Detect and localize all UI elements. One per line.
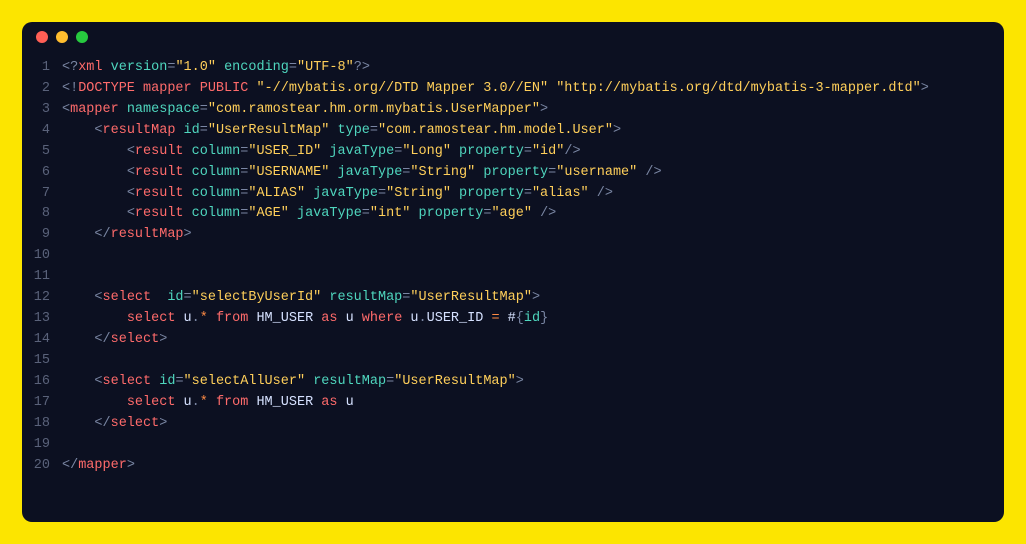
code-line[interactable]: 4 <resultMap id="UserResultMap" type="co…: [22, 121, 1004, 142]
line-number: 2: [22, 79, 62, 100]
line-number: 19: [22, 435, 62, 456]
code-content[interactable]: <!DOCTYPE mapper PUBLIC "-//mybatis.org/…: [62, 79, 1004, 100]
code-content[interactable]: <result column="AGE" javaType="int" prop…: [62, 204, 1004, 225]
code-line[interactable]: 7 <result column="ALIAS" javaType="Strin…: [22, 184, 1004, 205]
line-number: 20: [22, 456, 62, 477]
code-line[interactable]: 16 <select id="selectAllUser" resultMap=…: [22, 372, 1004, 393]
code-content[interactable]: [62, 435, 1004, 456]
code-content[interactable]: <mapper namespace="com.ramostear.hm.orm.…: [62, 100, 1004, 121]
code-content[interactable]: <resultMap id="UserResultMap" type="com.…: [62, 121, 1004, 142]
line-number: 14: [22, 330, 62, 351]
code-content[interactable]: [62, 246, 1004, 267]
code-content[interactable]: select u.* from HM_USER as u: [62, 393, 1004, 414]
minimize-icon[interactable]: [56, 31, 68, 43]
code-line[interactable]: 20</mapper>: [22, 456, 1004, 477]
window-titlebar: [22, 22, 1004, 52]
code-line[interactable]: 5 <result column="USER_ID" javaType="Lon…: [22, 142, 1004, 163]
code-content[interactable]: </select>: [62, 414, 1004, 435]
line-number: 15: [22, 351, 62, 372]
code-content[interactable]: <result column="ALIAS" javaType="String"…: [62, 184, 1004, 205]
code-line[interactable]: 18 </select>: [22, 414, 1004, 435]
code-content[interactable]: </mapper>: [62, 456, 1004, 477]
code-line[interactable]: 8 <result column="AGE" javaType="int" pr…: [22, 204, 1004, 225]
code-line[interactable]: 1<?xml version="1.0" encoding="UTF-8"?>: [22, 58, 1004, 79]
zoom-icon[interactable]: [76, 31, 88, 43]
code-content[interactable]: <?xml version="1.0" encoding="UTF-8"?>: [62, 58, 1004, 79]
code-line[interactable]: 12 <select id="selectByUserId" resultMap…: [22, 288, 1004, 309]
line-number: 10: [22, 246, 62, 267]
line-number: 3: [22, 100, 62, 121]
line-number: 17: [22, 393, 62, 414]
line-number: 16: [22, 372, 62, 393]
code-content[interactable]: [62, 267, 1004, 288]
code-line[interactable]: 6 <result column="USERNAME" javaType="St…: [22, 163, 1004, 184]
code-content[interactable]: select u.* from HM_USER as u where u.USE…: [62, 309, 1004, 330]
line-number: 13: [22, 309, 62, 330]
line-number: 11: [22, 267, 62, 288]
code-content[interactable]: </resultMap>: [62, 225, 1004, 246]
line-number: 6: [22, 163, 62, 184]
line-number: 8: [22, 204, 62, 225]
line-number: 4: [22, 121, 62, 142]
code-content[interactable]: [62, 351, 1004, 372]
code-content[interactable]: <result column="USERNAME" javaType="Stri…: [62, 163, 1004, 184]
line-number: 9: [22, 225, 62, 246]
line-number: 7: [22, 184, 62, 205]
code-line[interactable]: 10: [22, 246, 1004, 267]
line-number: 18: [22, 414, 62, 435]
code-line[interactable]: 17 select u.* from HM_USER as u: [22, 393, 1004, 414]
code-content[interactable]: <select id="selectAllUser" resultMap="Us…: [62, 372, 1004, 393]
code-line[interactable]: 15: [22, 351, 1004, 372]
code-line[interactable]: 9 </resultMap>: [22, 225, 1004, 246]
line-number: 12: [22, 288, 62, 309]
code-content[interactable]: <select id="selectByUserId" resultMap="U…: [62, 288, 1004, 309]
code-line[interactable]: 19: [22, 435, 1004, 456]
code-line[interactable]: 3<mapper namespace="com.ramostear.hm.orm…: [22, 100, 1004, 121]
code-line[interactable]: 13 select u.* from HM_USER as u where u.…: [22, 309, 1004, 330]
code-content[interactable]: <result column="USER_ID" javaType="Long"…: [62, 142, 1004, 163]
line-number: 5: [22, 142, 62, 163]
line-number: 1: [22, 58, 62, 79]
close-icon[interactable]: [36, 31, 48, 43]
code-line[interactable]: 2<!DOCTYPE mapper PUBLIC "-//mybatis.org…: [22, 79, 1004, 100]
code-content[interactable]: </select>: [62, 330, 1004, 351]
code-line[interactable]: 11: [22, 267, 1004, 288]
code-window: 1<?xml version="1.0" encoding="UTF-8"?>2…: [22, 22, 1004, 522]
code-line[interactable]: 14 </select>: [22, 330, 1004, 351]
code-editor[interactable]: 1<?xml version="1.0" encoding="UTF-8"?>2…: [22, 52, 1004, 522]
